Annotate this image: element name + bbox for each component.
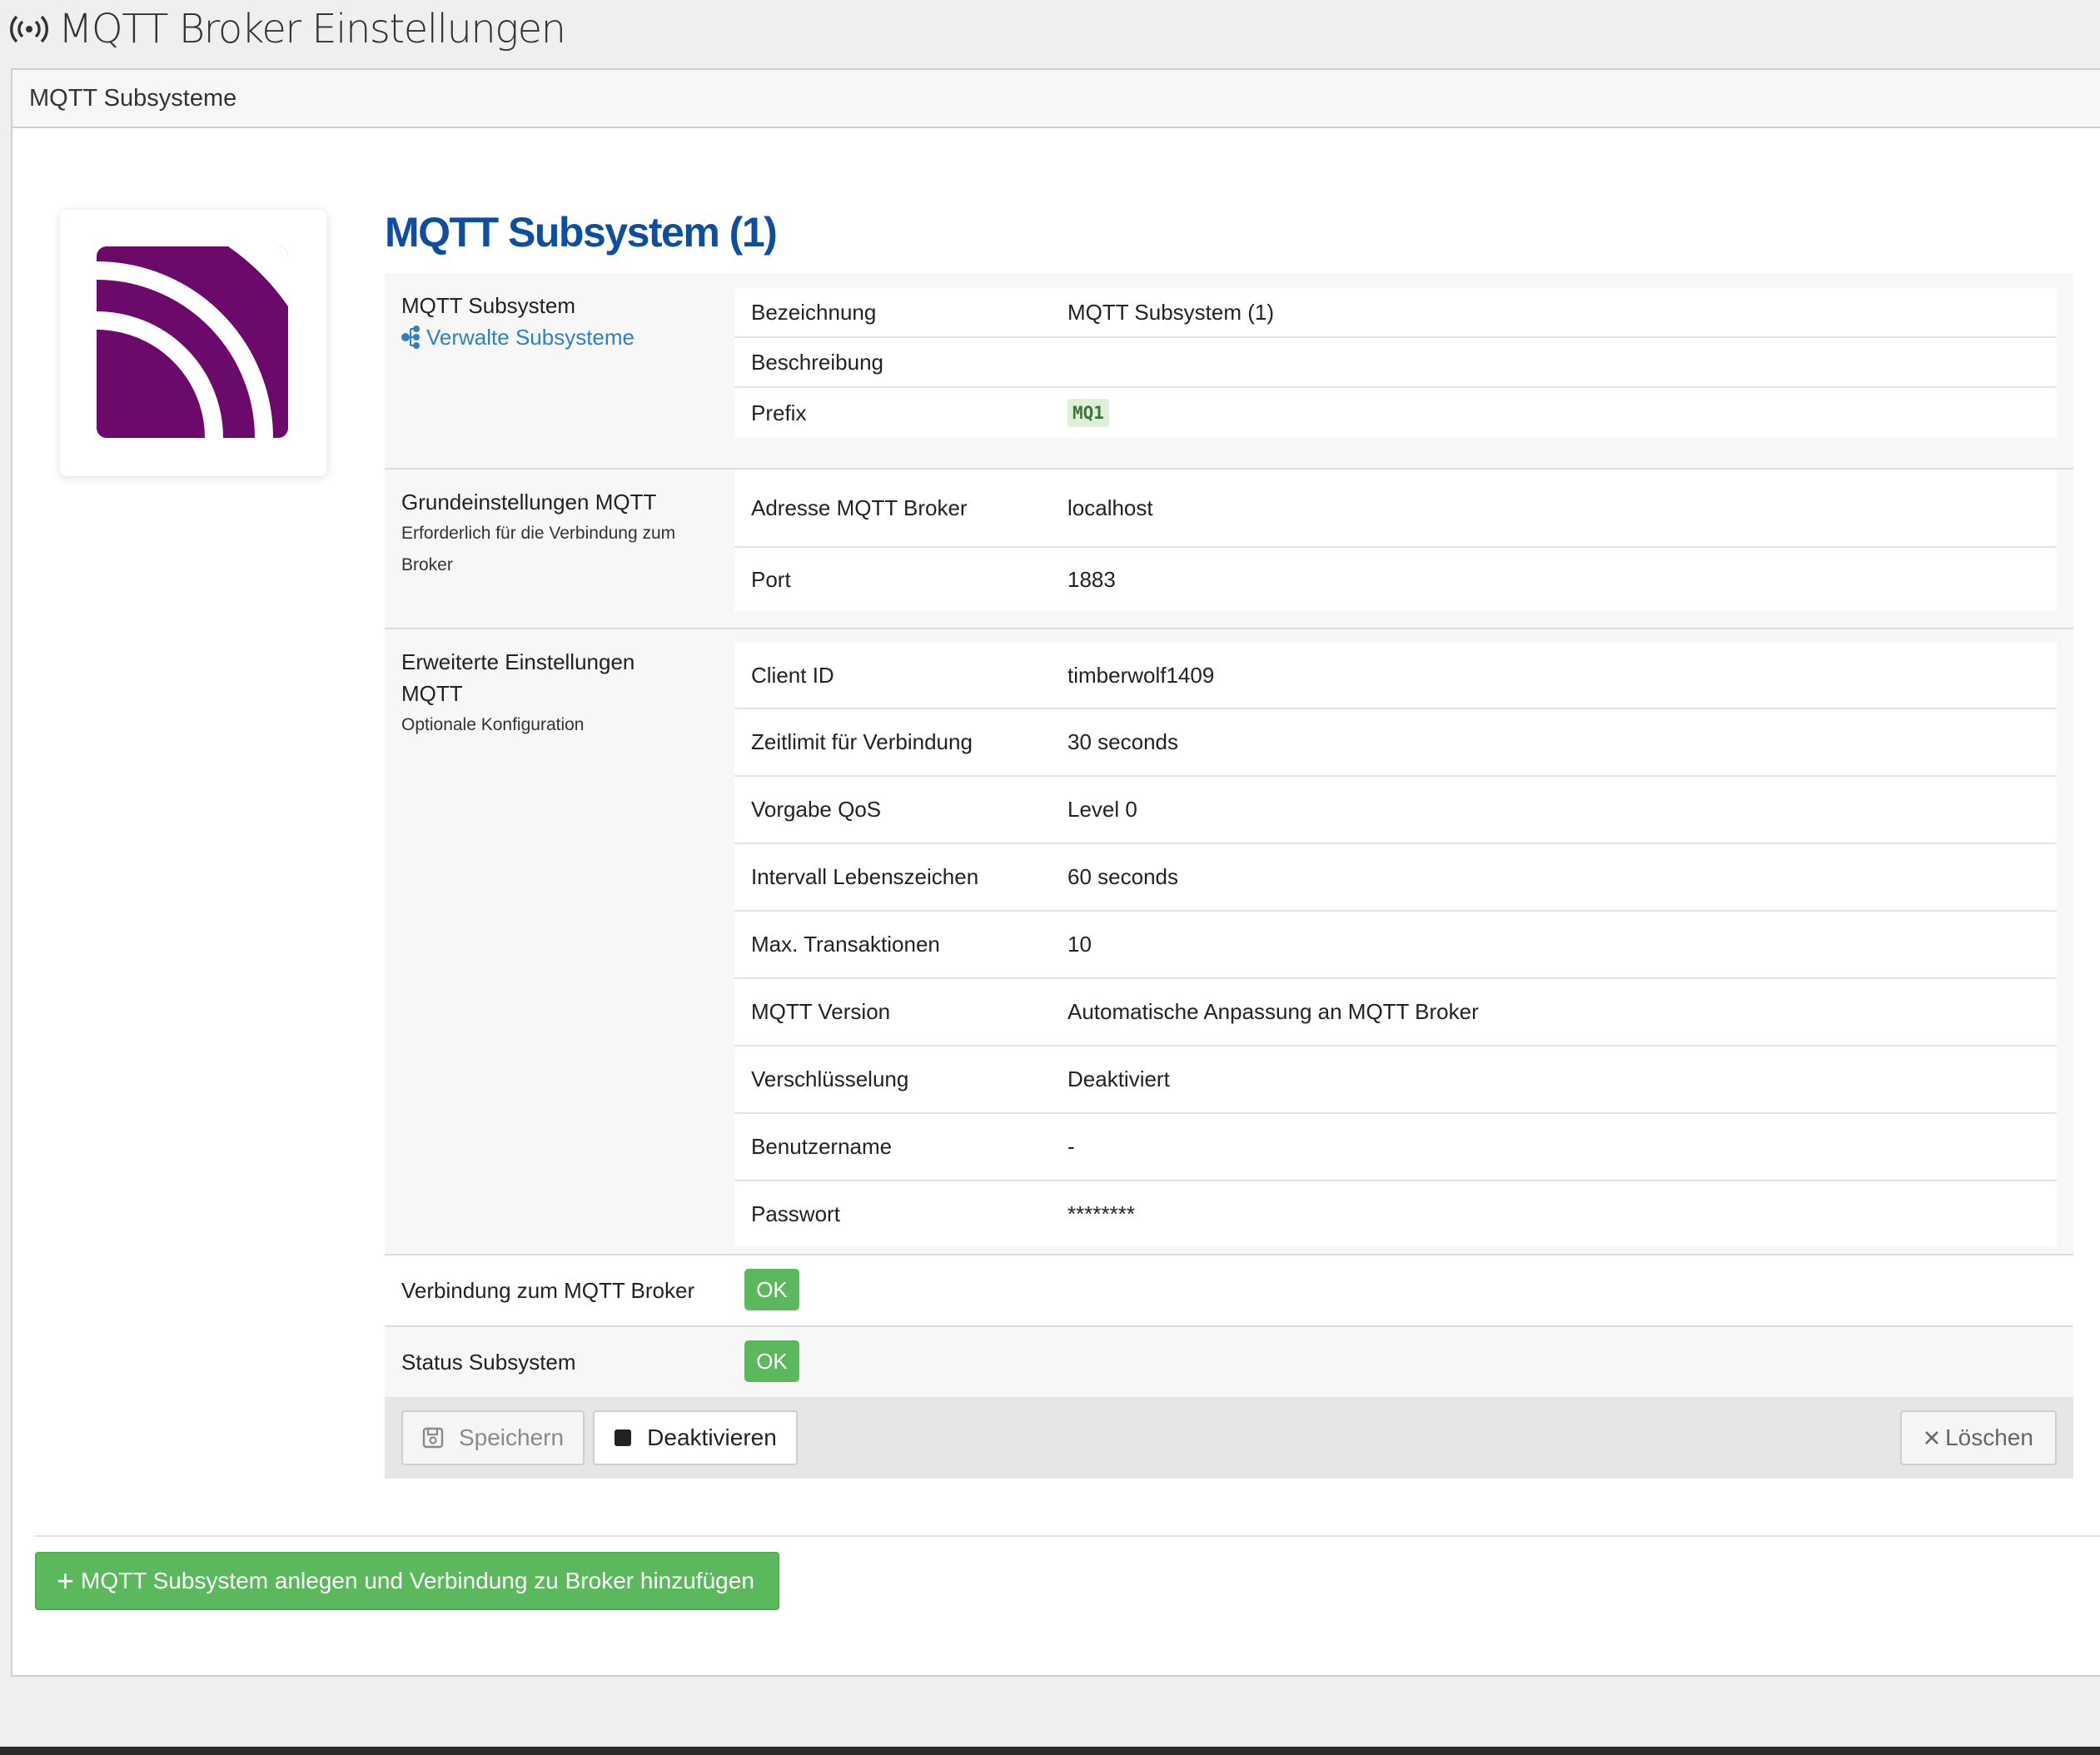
row-value: Automatische Anpassung an MQTT Broker bbox=[1067, 999, 1479, 1024]
table-row: Intervall Lebenszeichen 60 seconds bbox=[734, 843, 2057, 910]
prefix-badge: MQ1 bbox=[1067, 399, 1109, 427]
connection-status-row: Verbindung zum MQTT Broker OK bbox=[385, 1254, 2073, 1325]
manage-subsystems-label: Verwalte Subsysteme bbox=[426, 325, 635, 350]
row-label: Adresse MQTT Broker bbox=[751, 495, 968, 520]
stop-icon bbox=[614, 1429, 632, 1447]
row-label: Intervall Lebenszeichen bbox=[751, 864, 979, 889]
table-row: Port 1883 bbox=[734, 546, 2057, 611]
identity-label: MQTT Subsystem bbox=[401, 293, 576, 318]
delete-label: Löschen bbox=[1945, 1424, 2033, 1450]
close-icon bbox=[1923, 1429, 1940, 1446]
row-label: Port bbox=[751, 566, 791, 592]
row-value: 60 seconds bbox=[1067, 864, 1178, 889]
row-label: Max. Transaktionen bbox=[751, 932, 940, 957]
connection-ok-badge: OK bbox=[744, 1269, 799, 1310]
table-row: Adresse MQTT Broker localhost bbox=[734, 470, 2057, 546]
row-value: 30 seconds bbox=[1067, 729, 1178, 754]
row-label: Passwort bbox=[751, 1201, 840, 1226]
row-value: Level 0 bbox=[1067, 797, 1137, 822]
basic-settings-section: Grundeinstellungen MQTT Erforderlich für… bbox=[385, 468, 2073, 628]
subsystem-details: MQTT Subsystem Verwalte Subsysteme Bezei… bbox=[385, 273, 2073, 1479]
row-value: Deaktiviert bbox=[1067, 1066, 1170, 1091]
row-value: localhost bbox=[1067, 495, 1153, 520]
identity-table: Bezeichnung MQTT Subsystem (1) Beschreib… bbox=[734, 288, 2057, 438]
save-button[interactable]: Speichern bbox=[401, 1410, 585, 1465]
row-label: Vorgabe QoS bbox=[751, 797, 882, 822]
floppy-disk-icon bbox=[422, 1427, 444, 1449]
page-header: MQTT Broker Einstellungen bbox=[8, 0, 566, 58]
advanced-settings-subtitle: Optionale Konfiguration bbox=[401, 715, 585, 734]
mqtt-logo bbox=[97, 246, 288, 438]
row-label: Bezeichnung bbox=[751, 299, 877, 325]
table-row: Verschlüsselung Deaktiviert bbox=[734, 1045, 2057, 1112]
table-row: Passwort ******** bbox=[734, 1180, 2057, 1246]
table-row: Beschreibung bbox=[734, 336, 2057, 386]
sitemap-icon bbox=[401, 326, 420, 349]
table-row: Benutzername - bbox=[734, 1112, 2057, 1180]
basic-settings-title: Grundeinstellungen MQTT bbox=[401, 490, 657, 515]
status-ok-badge: OK bbox=[744, 1340, 799, 1382]
connection-label: Verbindung zum MQTT Broker bbox=[401, 1278, 695, 1303]
subsystems-panel: MQTT Subsysteme MQTT Subsystem (1) MQTT … bbox=[11, 68, 2100, 1677]
page-title: MQTT Broker Einstellungen bbox=[58, 6, 566, 52]
row-label: Verschlüsselung bbox=[751, 1066, 909, 1091]
table-row: Zeitlimit für Verbindung 30 seconds bbox=[734, 708, 2057, 775]
deactivate-button[interactable]: Deaktivieren bbox=[593, 1410, 798, 1465]
row-label: MQTT Version bbox=[751, 999, 891, 1024]
subsystem-title: MQTT Subsystem (1) bbox=[385, 209, 778, 256]
table-row: Prefix MQ1 bbox=[734, 386, 2057, 438]
table-row: MQTT Version Automatische Anpassung an M… bbox=[734, 977, 2057, 1045]
panel-heading: MQTT Subsysteme bbox=[12, 70, 2100, 128]
deactivate-label: Deaktivieren bbox=[647, 1424, 777, 1450]
table-row: Client ID timberwolf1409 bbox=[734, 643, 2057, 708]
basic-settings-table: Adresse MQTT Broker localhost Port 1883 bbox=[734, 470, 2057, 611]
save-label: Speichern bbox=[458, 1424, 565, 1450]
identity-section: MQTT Subsystem Verwalte Subsysteme Bezei… bbox=[385, 273, 2073, 468]
manage-subsystems-link[interactable]: Verwalte Subsysteme bbox=[401, 321, 718, 353]
row-label: Zeitlimit für Verbindung bbox=[751, 729, 973, 754]
advanced-settings-section: Erweiterte Einstellungen MQTT Optionale … bbox=[385, 628, 2073, 1254]
action-bar: Speichern Deaktivieren Löschen bbox=[385, 1397, 2073, 1479]
subsystem-status-row: Status Subsystem OK bbox=[385, 1325, 2073, 1397]
row-value: - bbox=[1067, 1134, 1075, 1159]
row-value: MQTT Subsystem (1) bbox=[1067, 299, 1275, 325]
row-label: Beschreibung bbox=[751, 349, 883, 375]
table-row: Max. Transaktionen 10 bbox=[734, 910, 2057, 977]
plus-icon: + bbox=[57, 1564, 75, 1598]
bottom-bar bbox=[0, 1747, 2100, 1755]
mqtt-logo-card bbox=[60, 210, 326, 476]
table-row: Bezeichnung MQTT Subsystem (1) bbox=[734, 288, 2057, 336]
row-value: 1883 bbox=[1067, 566, 1116, 592]
basic-settings-subtitle: Erforderlich für die Verbindung zum Brok… bbox=[401, 524, 676, 574]
row-label: Client ID bbox=[751, 662, 834, 688]
advanced-settings-title: Erweiterte Einstellungen MQTT bbox=[401, 649, 635, 706]
advanced-settings-table: Client ID timberwolf1409 Zeitlimit für V… bbox=[734, 643, 2057, 1246]
divider bbox=[35, 1535, 2100, 1537]
status-label: Status Subsystem bbox=[401, 1350, 576, 1375]
row-value: timberwolf1409 bbox=[1067, 662, 1215, 688]
row-label: Benutzername bbox=[751, 1134, 893, 1159]
row-label: Prefix bbox=[751, 400, 807, 425]
table-row: Vorgabe QoS Level 0 bbox=[734, 775, 2057, 843]
row-value: 10 bbox=[1067, 932, 1092, 957]
row-value: ******** bbox=[1067, 1201, 1135, 1226]
add-subsystem-button[interactable]: + MQTT Subsystem anlegen und Verbindung … bbox=[35, 1552, 779, 1610]
add-subsystem-label: MQTT Subsystem anlegen und Verbindung zu… bbox=[81, 1568, 754, 1593]
broadcast-icon bbox=[8, 12, 52, 46]
delete-button[interactable]: Löschen bbox=[1900, 1410, 2057, 1465]
